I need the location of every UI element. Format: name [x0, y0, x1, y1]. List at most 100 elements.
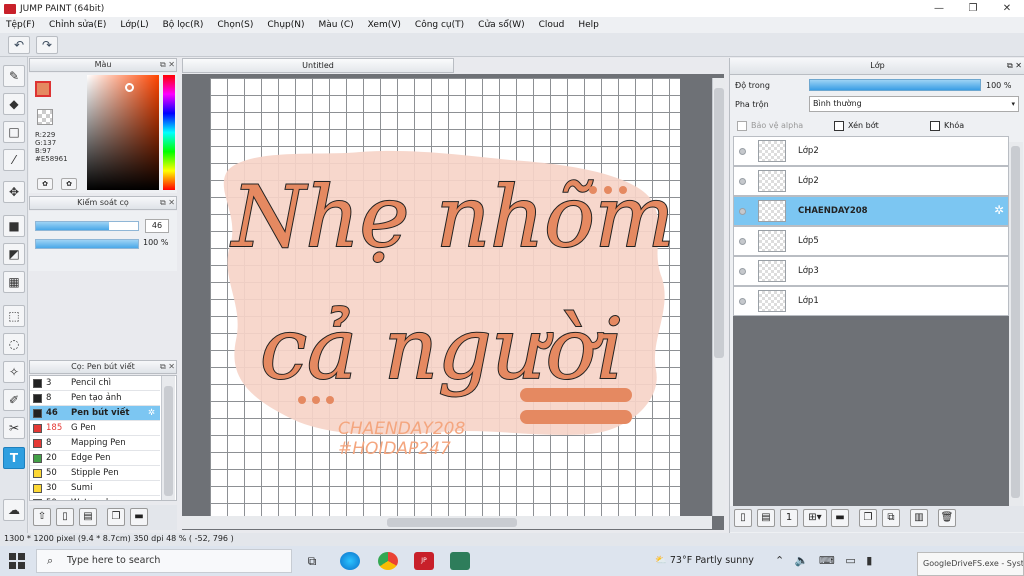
layer-row[interactable]: Lớp1: [733, 286, 1009, 316]
lock-checkbox[interactable]: [930, 121, 940, 131]
brush-item[interactable]: 46 Pen bút viết ✲: [30, 406, 160, 421]
new-layer-button[interactable]: ▯: [734, 509, 752, 527]
move-tool[interactable]: ✥: [3, 181, 25, 203]
menu-filter[interactable]: Bộ lọc(R): [163, 20, 204, 30]
visibility-icon[interactable]: [739, 298, 746, 305]
drawing-canvas[interactable]: Nhẹ nhõm cả người CHAENDAY208 #HOIDAP247: [210, 78, 680, 518]
visibility-icon[interactable]: [739, 268, 746, 275]
canvas-tab[interactable]: Untitled: [182, 58, 454, 73]
menu-layer[interactable]: Lớp(L): [120, 20, 148, 30]
new-folder-button[interactable]: ▬: [831, 509, 849, 527]
weather-widget[interactable]: ⛅ 73°F Partly sunny: [655, 552, 754, 570]
close-button[interactable]: ✕: [990, 0, 1024, 17]
clipping-checkbox[interactable]: [834, 121, 844, 131]
layer-row[interactable]: Lớp2: [733, 166, 1009, 196]
transparent-color-swatch[interactable]: [37, 109, 53, 125]
task-view-icon[interactable]: ⧉: [302, 552, 322, 570]
rect-tool[interactable]: □: [3, 121, 25, 143]
jump-paint-taskbar-icon[interactable]: JP: [414, 552, 434, 570]
chrome-browser-icon[interactable]: [378, 552, 398, 570]
menu-view[interactable]: Xem(V): [368, 20, 401, 30]
fill-rect-tool[interactable]: ■: [3, 215, 25, 237]
cloud-tool[interactable]: ☁: [3, 499, 25, 521]
menu-cloud[interactable]: Cloud: [539, 20, 565, 30]
menu-edit[interactable]: Chỉnh sửa(E): [49, 20, 106, 30]
brush-opacity-slider[interactable]: [35, 239, 139, 249]
menu-file[interactable]: Tệp(F): [6, 20, 35, 30]
merge-layer-button[interactable]: ⧉: [882, 509, 900, 527]
layer-list-scrollbar[interactable]: [1009, 142, 1023, 506]
select-rect-tool[interactable]: ⬚: [3, 305, 25, 327]
color-history-button[interactable]: ✿: [61, 178, 77, 190]
brush-item[interactable]: 8 Pen tạo ảnh: [30, 391, 160, 406]
canvas-vertical-thumb[interactable]: [714, 88, 724, 358]
magic-wand-tool[interactable]: ✧: [3, 361, 25, 383]
undo-button[interactable]: ↶: [8, 36, 30, 54]
menu-help[interactable]: Help: [578, 20, 599, 30]
color-picker-handle[interactable]: [125, 83, 134, 92]
brush-item[interactable]: 50 Stipple Pen: [30, 466, 160, 481]
text-tool[interactable]: T: [3, 447, 25, 469]
layer-row[interactable]: Lớp2: [733, 136, 1009, 166]
menu-tools[interactable]: Công cụ(T): [415, 20, 464, 30]
panel-buttons[interactable]: ⧉ ✕: [160, 361, 175, 373]
panel-buttons[interactable]: ⧉ ✕: [160, 59, 175, 71]
bucket-tool[interactable]: ◩: [3, 243, 25, 265]
app-taskbar-icon[interactable]: [450, 552, 470, 570]
brush-tool[interactable]: ✎: [3, 65, 25, 87]
taskbar-search-input[interactable]: ⌕ Type here to search: [36, 549, 292, 573]
clear-layer-button[interactable]: ▥: [910, 509, 928, 527]
panel-buttons[interactable]: ⧉ ✕: [160, 197, 175, 209]
canvas-horizontal-thumb[interactable]: [387, 518, 517, 527]
eraser-tool[interactable]: ◆: [3, 93, 25, 115]
brush-item[interactable]: 50 Watercolor: [30, 496, 160, 500]
visibility-icon[interactable]: [739, 178, 746, 185]
menu-color[interactable]: Màu (C): [319, 20, 354, 30]
select-pen-tool[interactable]: ✐: [3, 389, 25, 411]
minimize-button[interactable]: —: [922, 0, 956, 17]
brush-upload-button[interactable]: ⇧: [33, 508, 51, 526]
maximize-button[interactable]: ❐: [956, 0, 990, 17]
menu-capture[interactable]: Chụp(N): [267, 20, 304, 30]
battery-icon[interactable]: ▮: [866, 554, 872, 567]
blend-mode-select[interactable]: Bình thường ▾: [809, 96, 1019, 112]
brush-scroll-thumb[interactable]: [164, 386, 173, 496]
brush-item[interactable]: 30 Sumi: [30, 481, 160, 496]
foreground-color-swatch[interactable]: [35, 81, 51, 97]
layer-scroll-thumb[interactable]: [1011, 146, 1020, 498]
select-eraser-tool[interactable]: ✂: [3, 417, 25, 439]
keyboard-icon[interactable]: ⌨: [819, 554, 835, 567]
visibility-icon[interactable]: [739, 238, 746, 245]
gear-icon[interactable]: ✲: [994, 203, 1004, 217]
brush-copy-button[interactable]: ❐: [107, 508, 125, 526]
gradient-tool[interactable]: ▦: [3, 271, 25, 293]
windows-start-icon[interactable]: [8, 552, 26, 570]
brush-folder-button[interactable]: ▬: [130, 508, 148, 526]
layer-row[interactable]: Lớp5: [733, 226, 1009, 256]
layer-opacity-slider[interactable]: [809, 79, 981, 91]
lasso-tool[interactable]: ◌: [3, 333, 25, 355]
dropper-tool[interactable]: ⁄: [3, 149, 25, 171]
chevron-up-icon[interactable]: ⌃: [775, 554, 784, 567]
volume-icon[interactable]: 🔈: [795, 554, 809, 567]
gear-icon[interactable]: ✲: [148, 406, 155, 420]
brush-item[interactable]: 8 Mapping Pen: [30, 436, 160, 451]
saturation-value-picker[interactable]: [87, 75, 159, 190]
canvas-horizontal-scrollbar[interactable]: [182, 516, 712, 529]
edge-browser-icon[interactable]: [340, 552, 360, 570]
brush-size-slider[interactable]: [35, 221, 139, 231]
brush-add-button[interactable]: ▤: [79, 508, 97, 526]
visibility-icon[interactable]: [739, 148, 746, 155]
duplicate-layer-button[interactable]: ❐: [859, 509, 877, 527]
new-layer-menu-button[interactable]: ⊞▾: [803, 509, 827, 527]
brush-item[interactable]: 20 Edge Pen: [30, 451, 160, 466]
menu-select[interactable]: Chọn(S): [217, 20, 253, 30]
delete-layer-button[interactable]: 🗑: [938, 509, 956, 527]
layer-row[interactable]: CHAENDAY208 ✲: [733, 196, 1009, 226]
new-layer-type-button[interactable]: ▤: [757, 509, 775, 527]
color-mode-button[interactable]: ✿: [37, 178, 53, 190]
menu-window[interactable]: Cửa sổ(W): [478, 20, 524, 30]
network-icon[interactable]: ▭: [845, 554, 855, 567]
brush-item[interactable]: 3 Pencil chì: [30, 376, 160, 391]
panel-buttons[interactable]: ⧉ ✕: [1007, 58, 1022, 74]
